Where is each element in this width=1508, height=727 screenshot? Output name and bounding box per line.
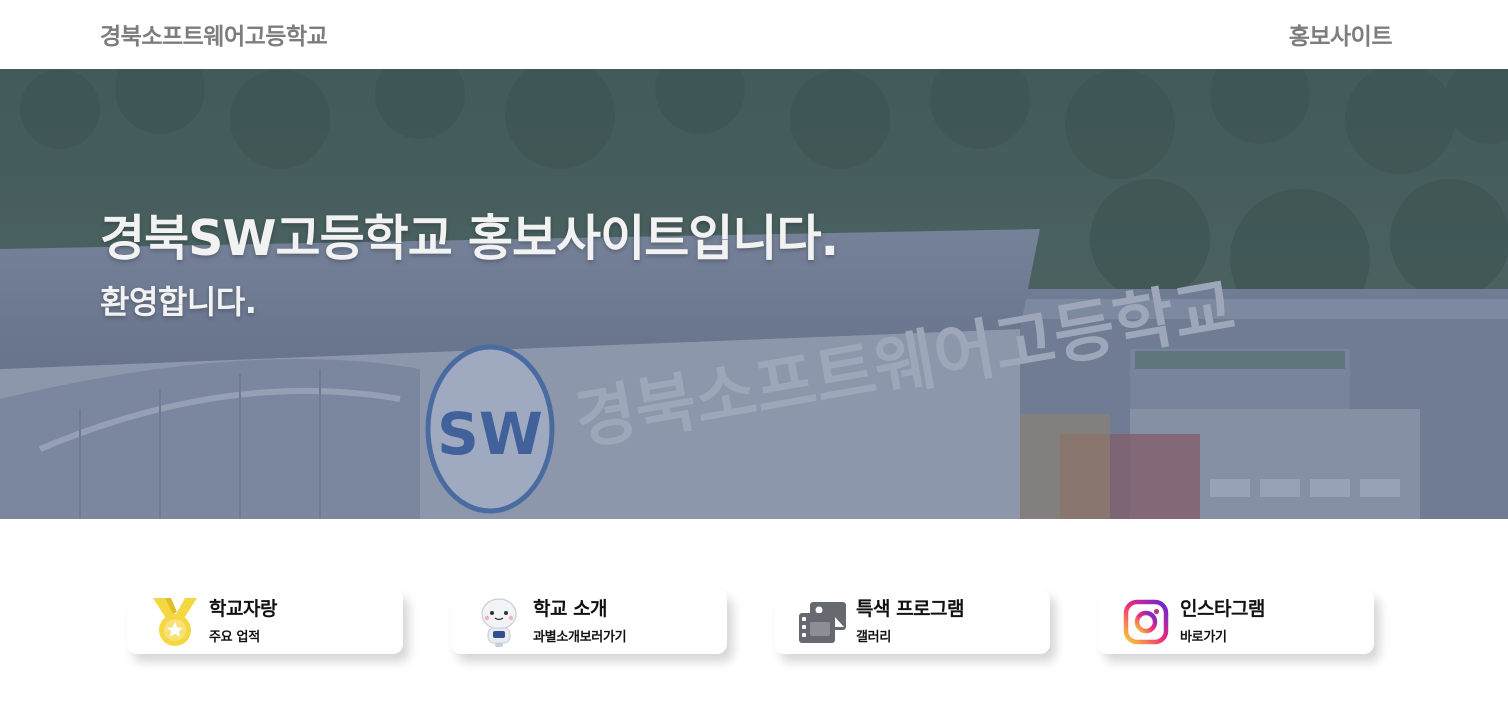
card-subtitle: 바로가기 (1180, 630, 1227, 645)
instagram-icon (1123, 599, 1169, 645)
card-subtitle: 주요 업적 (209, 630, 260, 645)
card-subtitle: 과별소개보러가기 (533, 630, 627, 645)
school-brand-link[interactable]: 경북소프트웨어고등학교 (100, 17, 328, 51)
card-school-intro[interactable]: 학교 소개 과별소개보러가기 (451, 589, 727, 654)
robot-mascot-icon (481, 598, 517, 647)
card-title: 인스타그램 (1180, 598, 1265, 620)
gallery-icon (799, 602, 846, 643)
card-school-pride[interactable]: 학교자랑 주요 업적 (127, 589, 403, 654)
page: 경북소프트웨어고등학교 홍보사이트 SW 경북소프트웨어고등학교 경북SW고등학… (0, 0, 1508, 727)
card-special-program[interactable]: 특색 프로그램 갤러리 (774, 589, 1050, 654)
card-title: 특색 프로그램 (856, 598, 965, 620)
promo-site-link[interactable]: 홍보사이트 (1289, 17, 1393, 51)
medal-icon (153, 598, 197, 646)
card-subtitle: 갤러리 (856, 630, 891, 645)
hero-banner: SW 경북소프트웨어고등학교 경북SW고등학교 홍보사이트입니다. 환영합니다. (0, 69, 1508, 519)
hero-subtitle: 환영합니다. (100, 283, 257, 321)
hero-title: 경북SW고등학교 홍보사이트입니다. (100, 210, 839, 267)
top-header: 경북소프트웨어고등학교 홍보사이트 (0, 0, 1508, 69)
card-instagram[interactable]: 인스타그램 바로가기 (1098, 589, 1374, 654)
card-title: 학교 소개 (533, 598, 608, 620)
card-title: 학교자랑 (209, 598, 277, 620)
